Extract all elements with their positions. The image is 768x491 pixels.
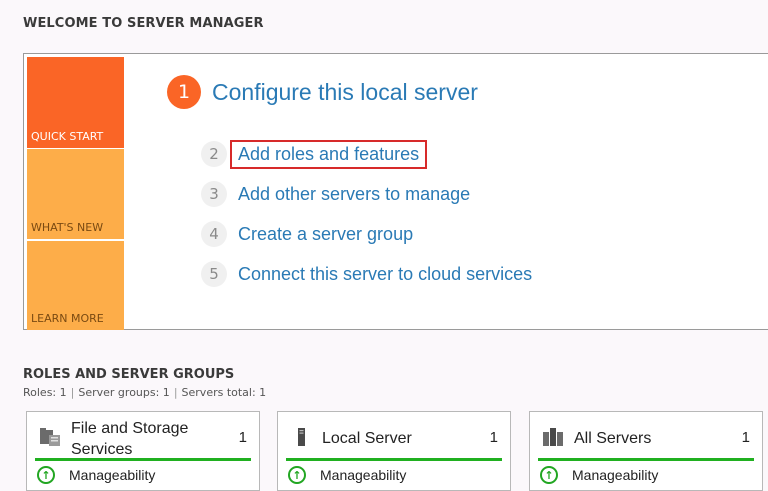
add-servers-link[interactable]: Add other servers to manage (238, 184, 470, 205)
status-bar (286, 458, 502, 461)
step-add-servers[interactable]: 3 Add other servers to manage (201, 181, 470, 207)
card-name-line1: Local Server (322, 430, 412, 447)
card-name: All Servers (574, 428, 651, 449)
status-label: Manageability (69, 467, 156, 483)
up-arrow-status-icon: ↑ (540, 466, 558, 484)
card-count: 1 (741, 429, 750, 446)
card-name: File and Storage Services (71, 418, 188, 460)
create-server-group-link[interactable]: Create a server group (238, 224, 413, 245)
welcome-panel: QUICK START WHAT'S NEW LEARN MORE 1 Conf… (23, 53, 768, 330)
role-card-file-storage[interactable]: File and Storage Services 1 ↑ Manageabil… (26, 411, 260, 491)
file-storage-icon (39, 427, 61, 447)
welcome-title: WELCOME TO SERVER MANAGER (23, 16, 264, 31)
manageability-status[interactable]: ↑ Manageability (37, 466, 155, 484)
configure-local-server-link[interactable]: Configure this local server (212, 79, 478, 106)
card-name: Local Server (322, 428, 412, 449)
roles-title: ROLES AND SERVER GROUPS (23, 367, 235, 382)
local-server-icon (290, 427, 312, 447)
step-connect-cloud[interactable]: 5 Connect this server to cloud services (201, 261, 532, 287)
welcome-tiles: QUICK START WHAT'S NEW LEARN MORE (27, 57, 124, 330)
server-groups-count: Server groups: 1 (78, 386, 170, 399)
tile-whats-new[interactable]: WHAT'S NEW (27, 149, 124, 239)
servers-total-count: Servers total: 1 (181, 386, 267, 399)
all-servers-icon (542, 427, 564, 447)
card-count: 1 (238, 429, 247, 446)
step-number-3: 3 (201, 181, 227, 207)
status-bar (538, 458, 754, 461)
step-number-2: 2 (201, 141, 227, 167)
up-arrow-status-icon: ↑ (37, 466, 55, 484)
card-name-line1: File and Storage (71, 420, 189, 437)
status-label: Manageability (320, 467, 407, 483)
manageability-status[interactable]: ↑ Manageability (540, 466, 658, 484)
step-create-group[interactable]: 4 Create a server group (201, 221, 413, 247)
card-name-line1: All Servers (574, 430, 652, 447)
step-number-1: 1 (167, 75, 201, 109)
step-number-5: 5 (201, 261, 227, 287)
summary-separator: | (70, 386, 75, 399)
roles-count: Roles: 1 (23, 386, 67, 399)
manageability-status[interactable]: ↑ Manageability (288, 466, 406, 484)
tile-learn-more[interactable]: LEARN MORE (27, 241, 124, 330)
card-count: 1 (489, 429, 498, 446)
roles-summary: Roles: 1 | Server groups: 1 | Servers total:… (23, 386, 266, 399)
tile-quick-start[interactable]: QUICK START (27, 57, 124, 148)
card-name-line2: Services (71, 441, 133, 458)
status-bar (35, 458, 251, 461)
up-arrow-status-icon: ↑ (288, 466, 306, 484)
summary-separator: | (173, 386, 178, 399)
connect-cloud-link[interactable]: Connect this server to cloud services (238, 264, 532, 285)
status-label: Manageability (572, 467, 659, 483)
role-card-local-server[interactable]: Local Server 1 ↑ Manageability (277, 411, 511, 491)
step-number-4: 4 (201, 221, 227, 247)
role-card-all-servers[interactable]: All Servers 1 ↑ Manageability (529, 411, 763, 491)
add-roles-features-link[interactable]: Add roles and features (229, 139, 428, 169)
step-configure-local-server[interactable]: 1 Configure this local server (167, 75, 478, 109)
step-add-roles[interactable]: 2 Add roles and features (201, 139, 428, 169)
